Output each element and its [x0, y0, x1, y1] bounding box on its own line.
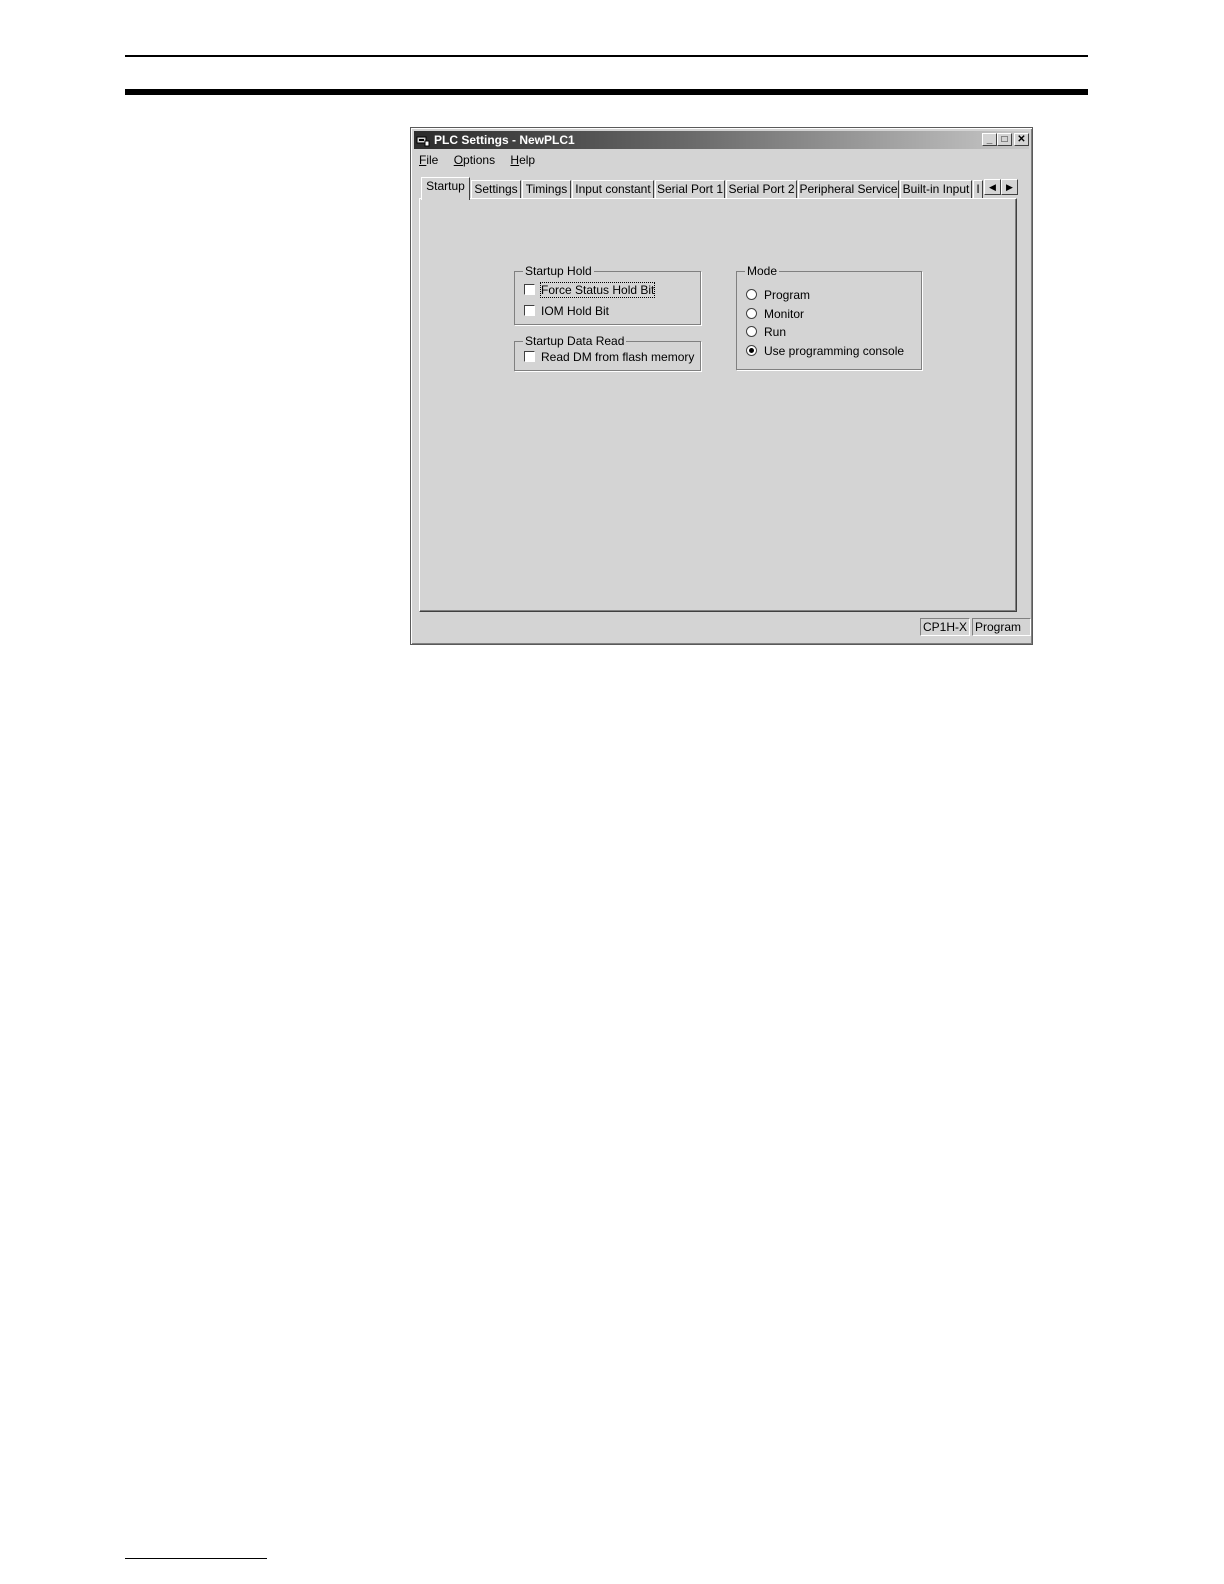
menu-help[interactable]: Help	[510, 153, 535, 167]
status-bar: CP1H-X Program	[411, 618, 1032, 642]
startup-data-read-legend: Startup Data Read	[523, 334, 627, 348]
mode-option-console[interactable]: Use programming console	[746, 344, 904, 358]
use-programming-console-label: Use programming console	[764, 344, 905, 358]
plc-settings-window: PLC Settings - NewPLC1 _ □ ✕ File Option…	[410, 127, 1033, 645]
tab-serial-port-2[interactable]: Serial Port 2	[726, 180, 797, 199]
status-model: CP1H-X	[920, 618, 970, 636]
mode-legend: Mode	[745, 264, 780, 278]
mode-option-monitor[interactable]: Monitor	[746, 307, 804, 321]
tab-input-constant[interactable]: Input constant	[572, 180, 654, 199]
monitor-label: Monitor	[764, 307, 805, 321]
footer-rule	[125, 1558, 267, 1559]
header-rule-thick	[125, 89, 1088, 95]
read-dm-checkbox[interactable]	[524, 351, 535, 362]
tab-strip: Startup Settings Timings Input constant …	[421, 177, 1021, 200]
force-status-hold-bit-label: Force Status Hold Bit	[539, 282, 656, 298]
mode-option-run[interactable]: Run	[746, 325, 786, 339]
title-bar[interactable]: PLC Settings - NewPLC1 _ □ ✕	[414, 131, 1029, 149]
plc-app-icon	[416, 136, 430, 147]
menu-help-rest: elp	[519, 153, 536, 167]
menu-options[interactable]: Options	[454, 153, 495, 167]
window-title: PLC Settings - NewPLC1	[434, 133, 575, 147]
startup-hold-legend: Startup Hold	[523, 264, 594, 278]
minimize-button[interactable]: _	[982, 133, 997, 146]
startup-tab-panel: Startup Hold Force Status Hold Bit IOM H…	[419, 198, 1017, 612]
tab-peripheral-service[interactable]: Peripheral Service	[798, 180, 899, 199]
monitor-radio[interactable]	[746, 308, 757, 319]
tab-built-in-input[interactable]: Built-in Input	[900, 180, 972, 199]
tab-startup[interactable]: Startup	[421, 177, 470, 200]
maximize-button[interactable]: □	[997, 133, 1012, 146]
mode-option-program[interactable]: Program	[746, 288, 810, 302]
menu-bar: File Options Help	[419, 153, 547, 167]
iom-hold-bit-row[interactable]: IOM Hold Bit	[524, 304, 609, 318]
use-programming-console-radio[interactable]	[746, 345, 757, 356]
run-label: Run	[764, 325, 787, 339]
tab-settings[interactable]: Settings	[471, 180, 521, 199]
run-radio[interactable]	[746, 326, 757, 337]
status-mode: Program	[972, 618, 1031, 636]
tab-scroll-left-button[interactable]: ◀	[984, 179, 1001, 195]
startup-hold-group: Startup Hold Force Status Hold Bit IOM H…	[514, 264, 701, 325]
iom-hold-bit-checkbox[interactable]	[524, 305, 535, 316]
menu-options-rest: ptions	[463, 153, 496, 167]
program-label: Program	[764, 288, 811, 302]
menu-file[interactable]: File	[419, 153, 438, 167]
iom-hold-bit-label: IOM Hold Bit	[541, 304, 610, 318]
read-dm-label: Read DM from flash memory	[541, 350, 695, 364]
tab-scroll-right-button[interactable]: ▶	[1001, 179, 1018, 195]
force-status-hold-bit-row[interactable]: Force Status Hold Bit	[524, 282, 656, 298]
program-radio[interactable]	[746, 289, 757, 300]
startup-data-read-group: Startup Data Read Read DM from flash mem…	[514, 334, 701, 371]
tab-serial-port-1[interactable]: Serial Port 1	[655, 180, 725, 199]
tab-partial[interactable]: I	[973, 180, 983, 199]
force-status-hold-bit-checkbox[interactable]	[524, 284, 535, 295]
read-dm-row[interactable]: Read DM from flash memory	[524, 350, 694, 364]
tab-timings[interactable]: Timings	[522, 180, 571, 199]
menu-file-rest: ile	[426, 153, 439, 167]
mode-group: Mode Program Monitor Run Use programming…	[736, 264, 922, 370]
close-button[interactable]: ✕	[1014, 133, 1029, 146]
header-rule-thin	[125, 55, 1088, 57]
